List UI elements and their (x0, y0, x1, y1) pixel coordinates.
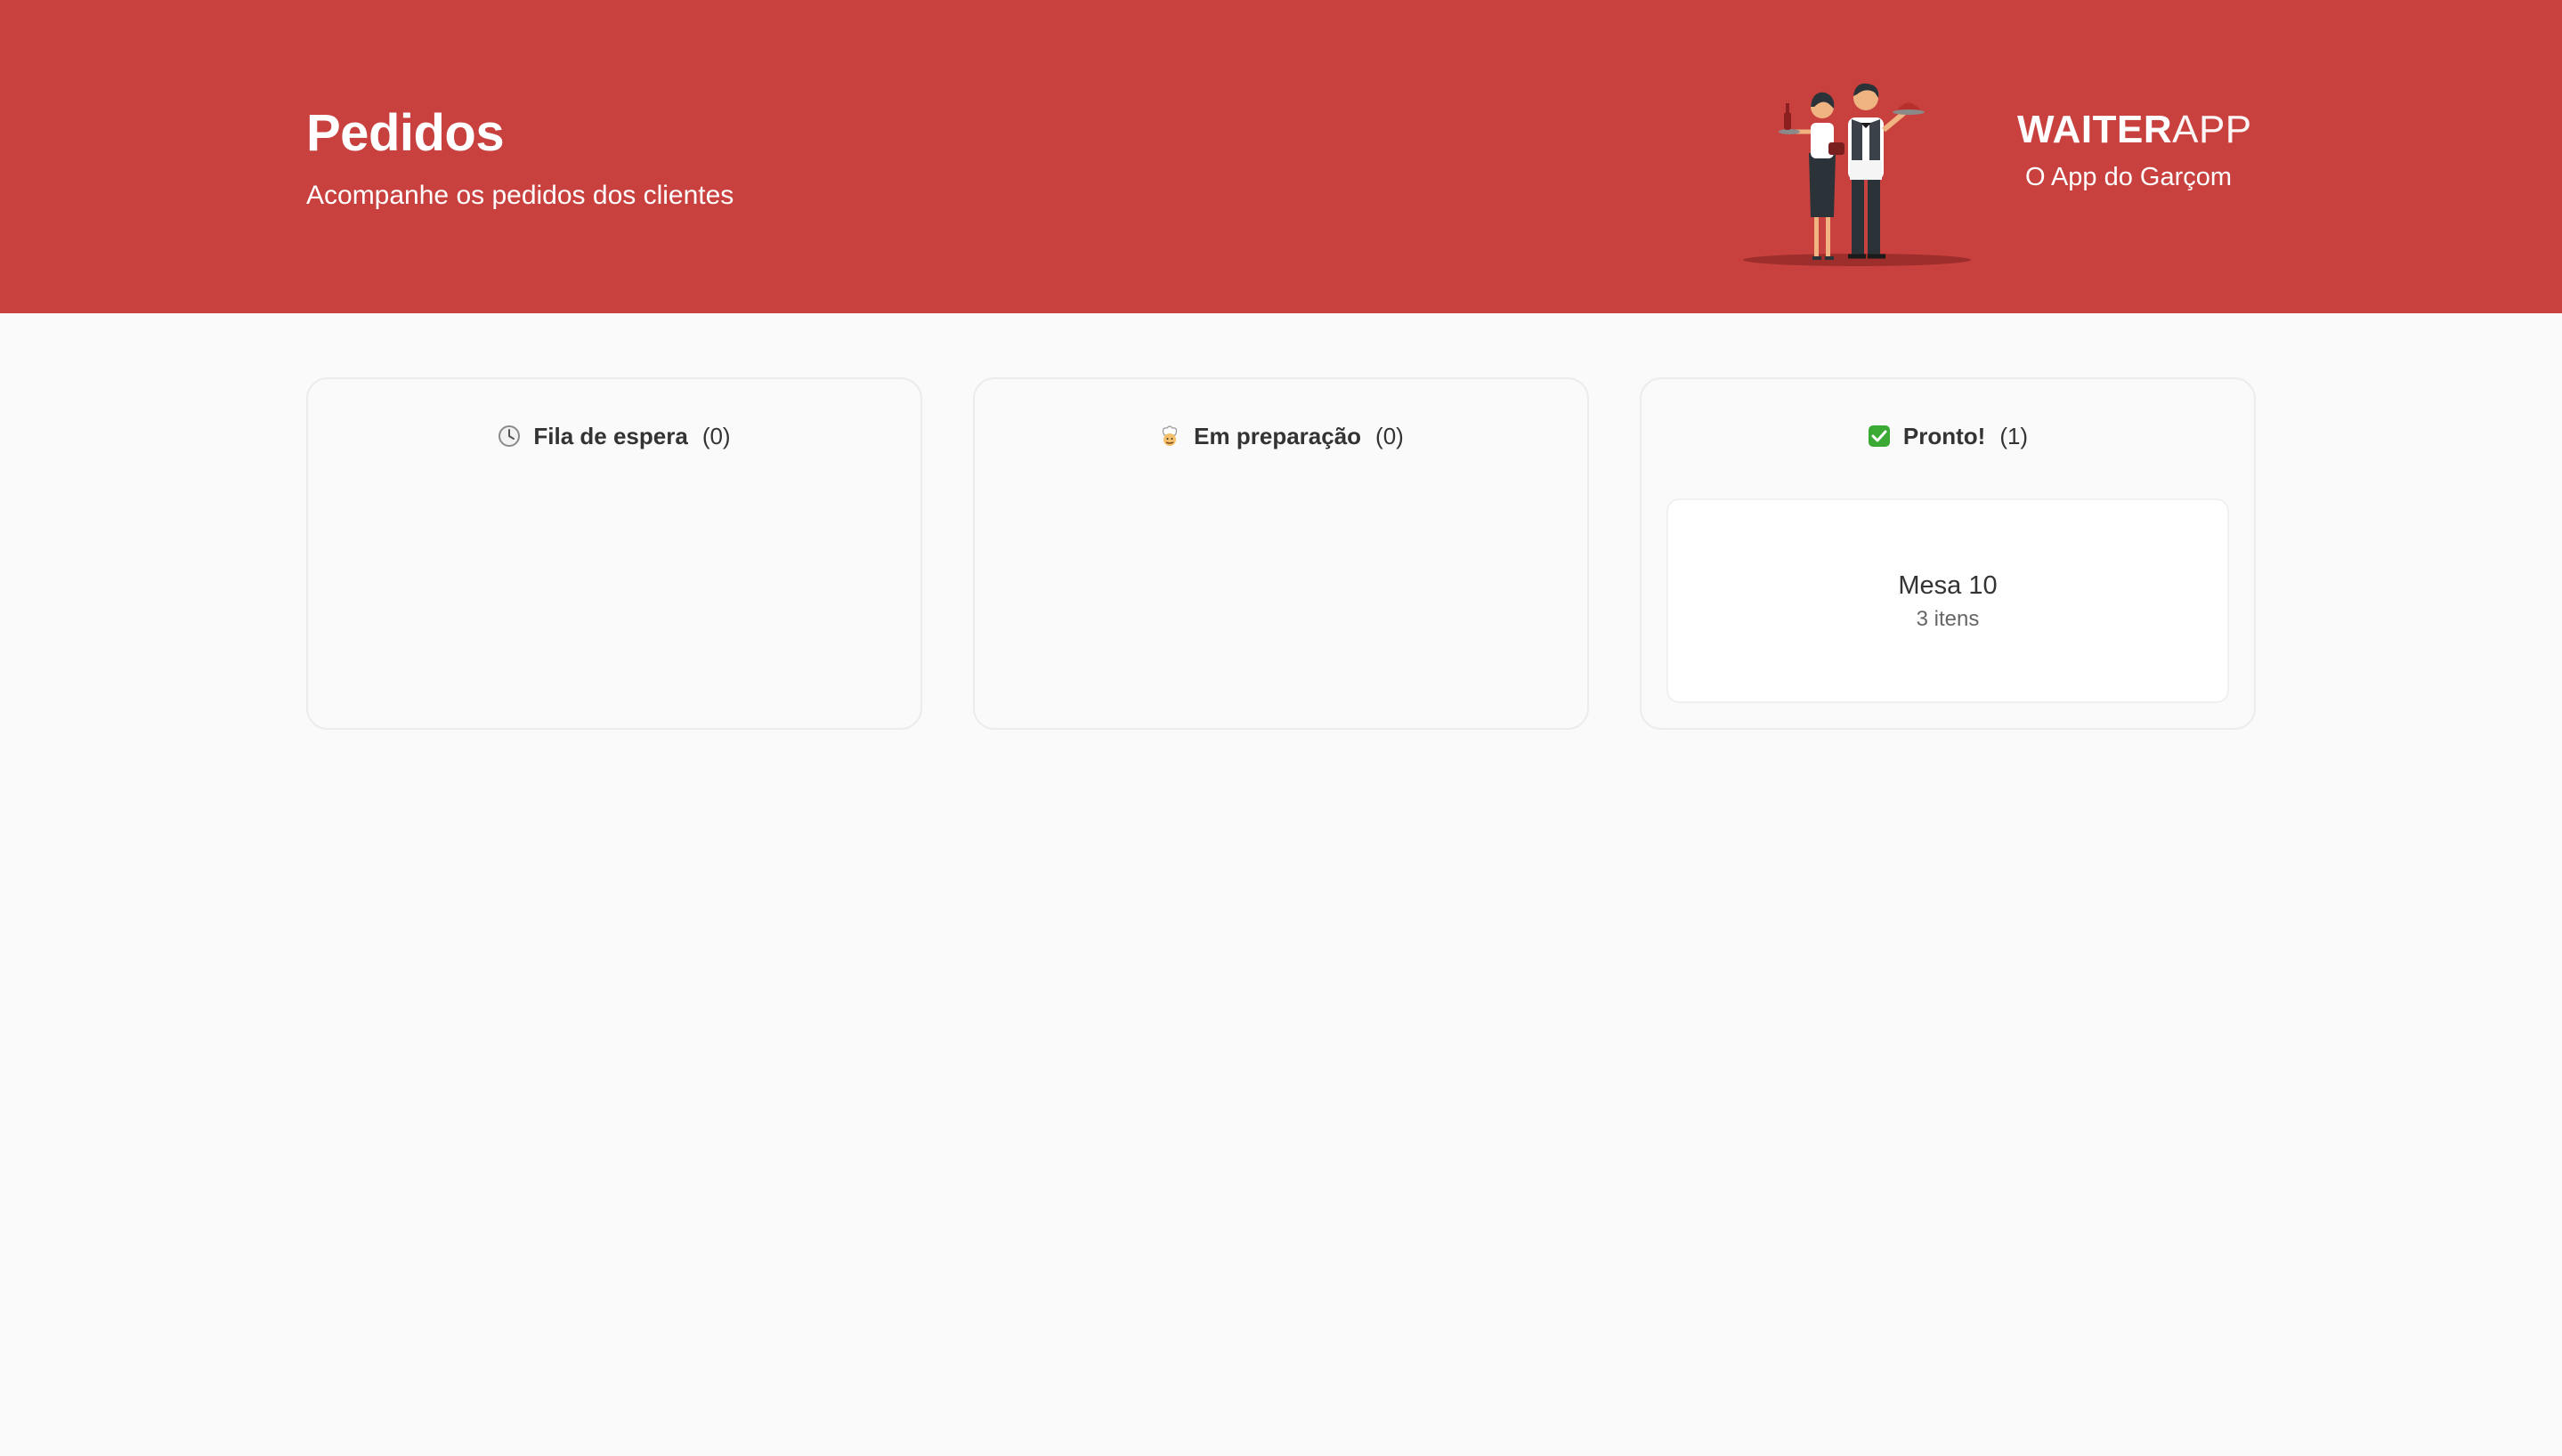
board-count: (0) (1375, 423, 1404, 449)
board-header: Em preparação (0) (975, 417, 1587, 456)
board-count: (1) (1999, 423, 2029, 449)
header-text: Pedidos Acompanhe os pedidos dos cliente… (306, 100, 734, 214)
board-header: Pronto! (1) (1642, 417, 2254, 456)
order-items-count: 3 itens (1916, 607, 1980, 631)
page-title: Pedidos (306, 104, 505, 162)
board-count: (0) (701, 423, 731, 449)
order-card[interactable]: Mesa 10 3 itens (1666, 498, 2229, 703)
app-header: Pedidos Acompanhe os pedidos dos cliente… (0, 0, 2562, 313)
brand-tagline: O App do Garçom (2024, 163, 2233, 191)
order-table-number: Mesa 10 (1898, 571, 1998, 600)
board-title: Em preparação (1194, 423, 1362, 449)
board-title: Pronto! (1902, 423, 1986, 449)
page-subtitle: Acompanhe os pedidos dos clientes (306, 181, 734, 210)
board-preparing: Em preparação (0) (973, 377, 1589, 730)
check-mark-icon (1868, 425, 1890, 447)
board-waiting: Fila de espera (0) (306, 377, 922, 730)
board-header: Fila de espera (0) (308, 417, 920, 456)
brand-logo: WAITERAPP (2017, 105, 2251, 155)
board-ready: Pronto! (1) Mesa 10 3 itens (1640, 377, 2256, 730)
brand: WAITERAPP O App do Garçom (2017, 105, 2251, 194)
brand-name-strong: WAITER (2017, 108, 2173, 151)
brand-name-light: APP (2172, 108, 2252, 151)
waiters-illustration (1743, 83, 1971, 266)
clock-icon (499, 425, 521, 447)
chef-icon (1163, 425, 1178, 446)
board-title: Fila de espera (533, 423, 688, 449)
